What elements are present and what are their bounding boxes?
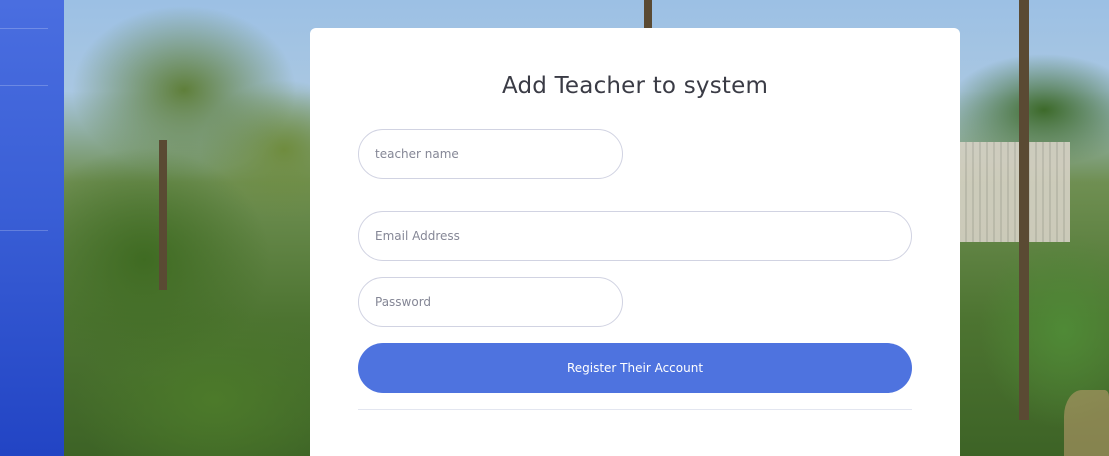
sidebar-divider <box>0 28 48 29</box>
email-input[interactable] <box>358 211 912 261</box>
sidebar <box>0 0 64 456</box>
add-teacher-card: Add Teacher to system Register Their Acc… <box>310 28 960 456</box>
tree-trunk <box>159 140 167 290</box>
page-title: Add Teacher to system <box>501 73 769 99</box>
sidebar-divider <box>0 230 48 231</box>
password-input[interactable] <box>358 277 623 327</box>
palm-trunk <box>1019 0 1029 420</box>
palm-trunk <box>644 0 652 30</box>
teacher-name-input[interactable] <box>358 129 623 179</box>
page: Add Teacher to system Register Their Acc… <box>0 0 1109 456</box>
background-building <box>960 142 1070 242</box>
form-divider <box>358 409 912 410</box>
sidebar-divider <box>0 85 48 86</box>
dirt-path <box>1064 390 1109 456</box>
register-account-button[interactable]: Register Their Account <box>358 343 912 393</box>
